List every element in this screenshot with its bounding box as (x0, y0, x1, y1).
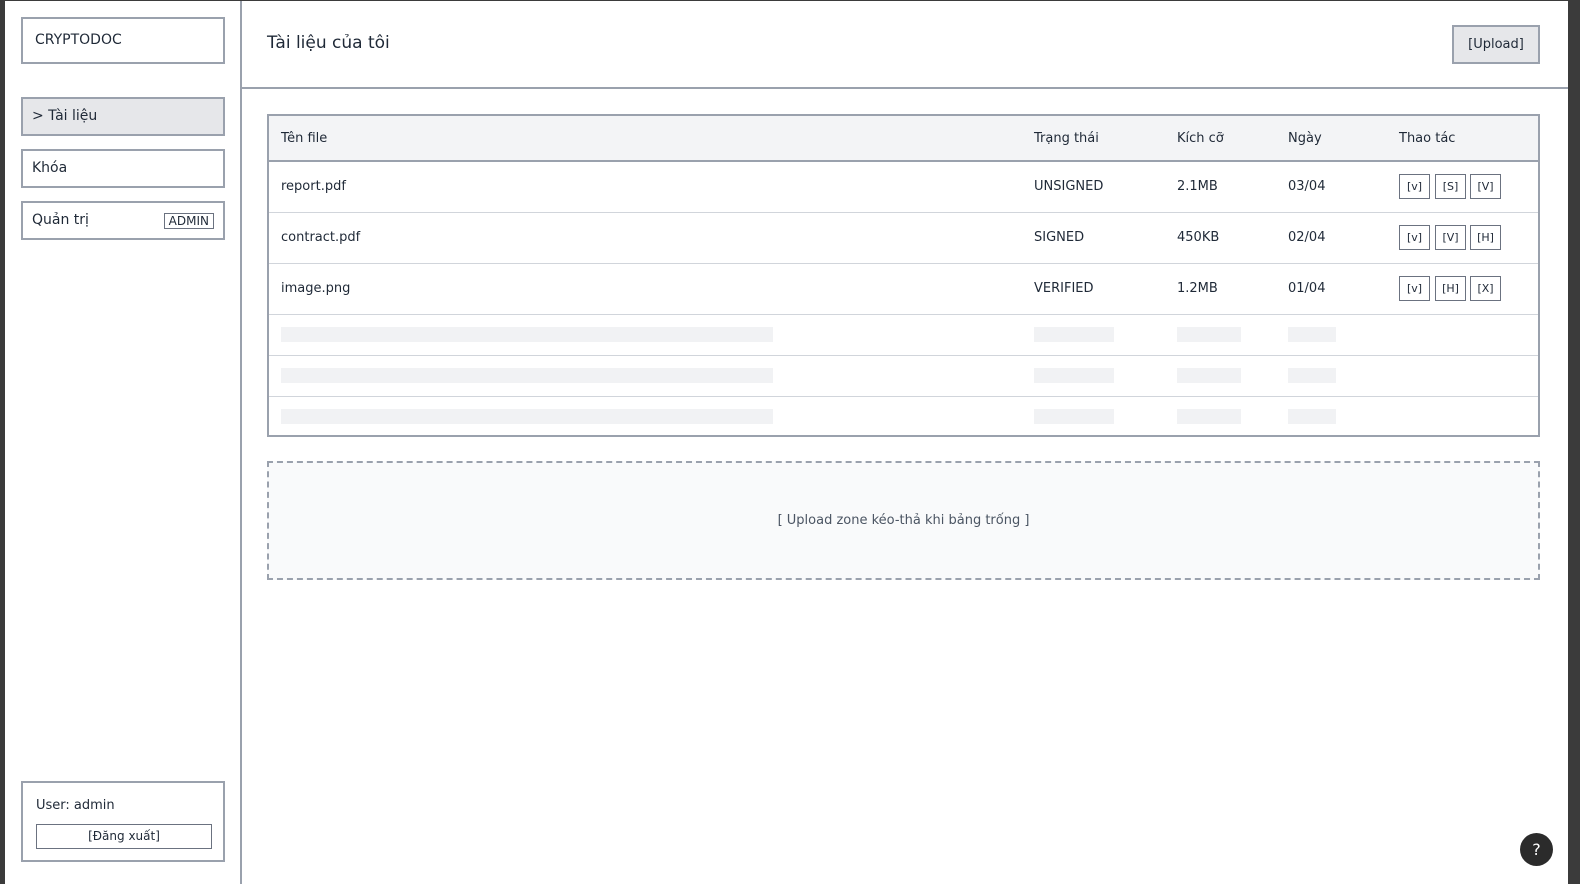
user-panel: User: admin [Đăng xuất] (21, 781, 225, 862)
column-header-size: Kích cỡ (1177, 131, 1224, 146)
column-header-filename: Tên file (281, 131, 328, 146)
verify-button[interactable]: [V] (1470, 174, 1501, 199)
page-header: Tài liệu của tôi [Upload] (242, 1, 1568, 89)
delete-button[interactable]: [X] (1470, 276, 1501, 301)
skeleton-bar (281, 327, 773, 342)
file-size: 1.2MB (1177, 281, 1218, 296)
file-date: 02/04 (1288, 230, 1326, 245)
sidebar-item-admin[interactable]: Quản trị ADMIN (21, 201, 225, 240)
admin-badge: ADMIN (163, 213, 214, 229)
file-name: contract.pdf (281, 230, 361, 245)
file-name: image.png (281, 281, 351, 296)
table-header: Tên file Trạng thái Kích cỡ Ngày Thao tá… (269, 116, 1538, 162)
history-button[interactable]: [H] (1435, 276, 1466, 301)
view-button[interactable]: [v] (1399, 225, 1430, 250)
skeleton-bar (1177, 368, 1241, 383)
sign-button[interactable]: [S] (1435, 174, 1466, 199)
help-button[interactable]: ? (1520, 833, 1553, 866)
sidebar-item-label: Khóa (32, 160, 68, 176)
skeleton-bar (1177, 409, 1241, 424)
sidebar-item-label: Quản trị (32, 212, 89, 228)
window-edge-right (1568, 0, 1580, 884)
skeleton-row (269, 397, 1538, 438)
skeleton-bar (1034, 368, 1114, 383)
file-status: UNSIGNED (1034, 179, 1104, 194)
file-size: 2.1MB (1177, 179, 1218, 194)
column-header-status: Trạng thái (1034, 131, 1099, 146)
page-title: Tài liệu của tôi (267, 33, 390, 53)
file-date: 03/04 (1288, 179, 1326, 194)
upload-dropzone[interactable]: [ Upload zone kéo-thả khi bảng trống ] (267, 461, 1540, 580)
skeleton-bar (1177, 327, 1241, 342)
dropzone-label: [ Upload zone kéo-thả khi bảng trống ] (777, 513, 1030, 528)
sidebar: CRYPTODOC > Tài liệu Khóa Quản trị ADMIN… (5, 1, 242, 884)
logout-button[interactable]: [Đăng xuất] (36, 824, 212, 849)
file-status: SIGNED (1034, 230, 1085, 245)
skeleton-row (269, 315, 1538, 356)
skeleton-bar (1034, 409, 1114, 424)
skeleton-bar (1288, 368, 1336, 383)
upload-button[interactable]: [Upload] (1452, 25, 1540, 64)
sidebar-item-documents[interactable]: > Tài liệu (21, 97, 225, 136)
view-button[interactable]: [v] (1399, 276, 1430, 301)
documents-table: Tên file Trạng thái Kích cỡ Ngày Thao tá… (267, 114, 1540, 437)
verify-button[interactable]: [V] (1435, 225, 1466, 250)
history-button[interactable]: [H] (1470, 225, 1501, 250)
file-date: 01/04 (1288, 281, 1326, 296)
sidebar-item-keys[interactable]: Khóa (21, 149, 225, 188)
skeleton-bar (281, 368, 773, 383)
skeleton-row (269, 356, 1538, 397)
table-row[interactable]: image.png VERIFIED 1.2MB 01/04 [v] [H] [… (269, 264, 1538, 315)
skeleton-bar (1034, 327, 1114, 342)
column-header-actions: Thao tác (1399, 131, 1456, 146)
sidebar-item-label: > Tài liệu (32, 108, 98, 124)
view-button[interactable]: [v] (1399, 174, 1430, 199)
help-icon: ? (1532, 840, 1541, 859)
column-header-date: Ngày (1288, 131, 1322, 146)
skeleton-bar (1288, 327, 1336, 342)
skeleton-bar (281, 409, 773, 424)
file-name: report.pdf (281, 179, 346, 194)
skeleton-bar (1288, 409, 1336, 424)
file-size: 450KB (1177, 230, 1220, 245)
user-name: User: admin (36, 798, 115, 813)
table-row[interactable]: report.pdf UNSIGNED 2.1MB 03/04 [v] [S] … (269, 162, 1538, 213)
file-status: VERIFIED (1034, 281, 1094, 296)
table-row[interactable]: contract.pdf SIGNED 450KB 02/04 [v] [V] … (269, 213, 1538, 264)
brand-logo: CRYPTODOC (21, 17, 225, 64)
